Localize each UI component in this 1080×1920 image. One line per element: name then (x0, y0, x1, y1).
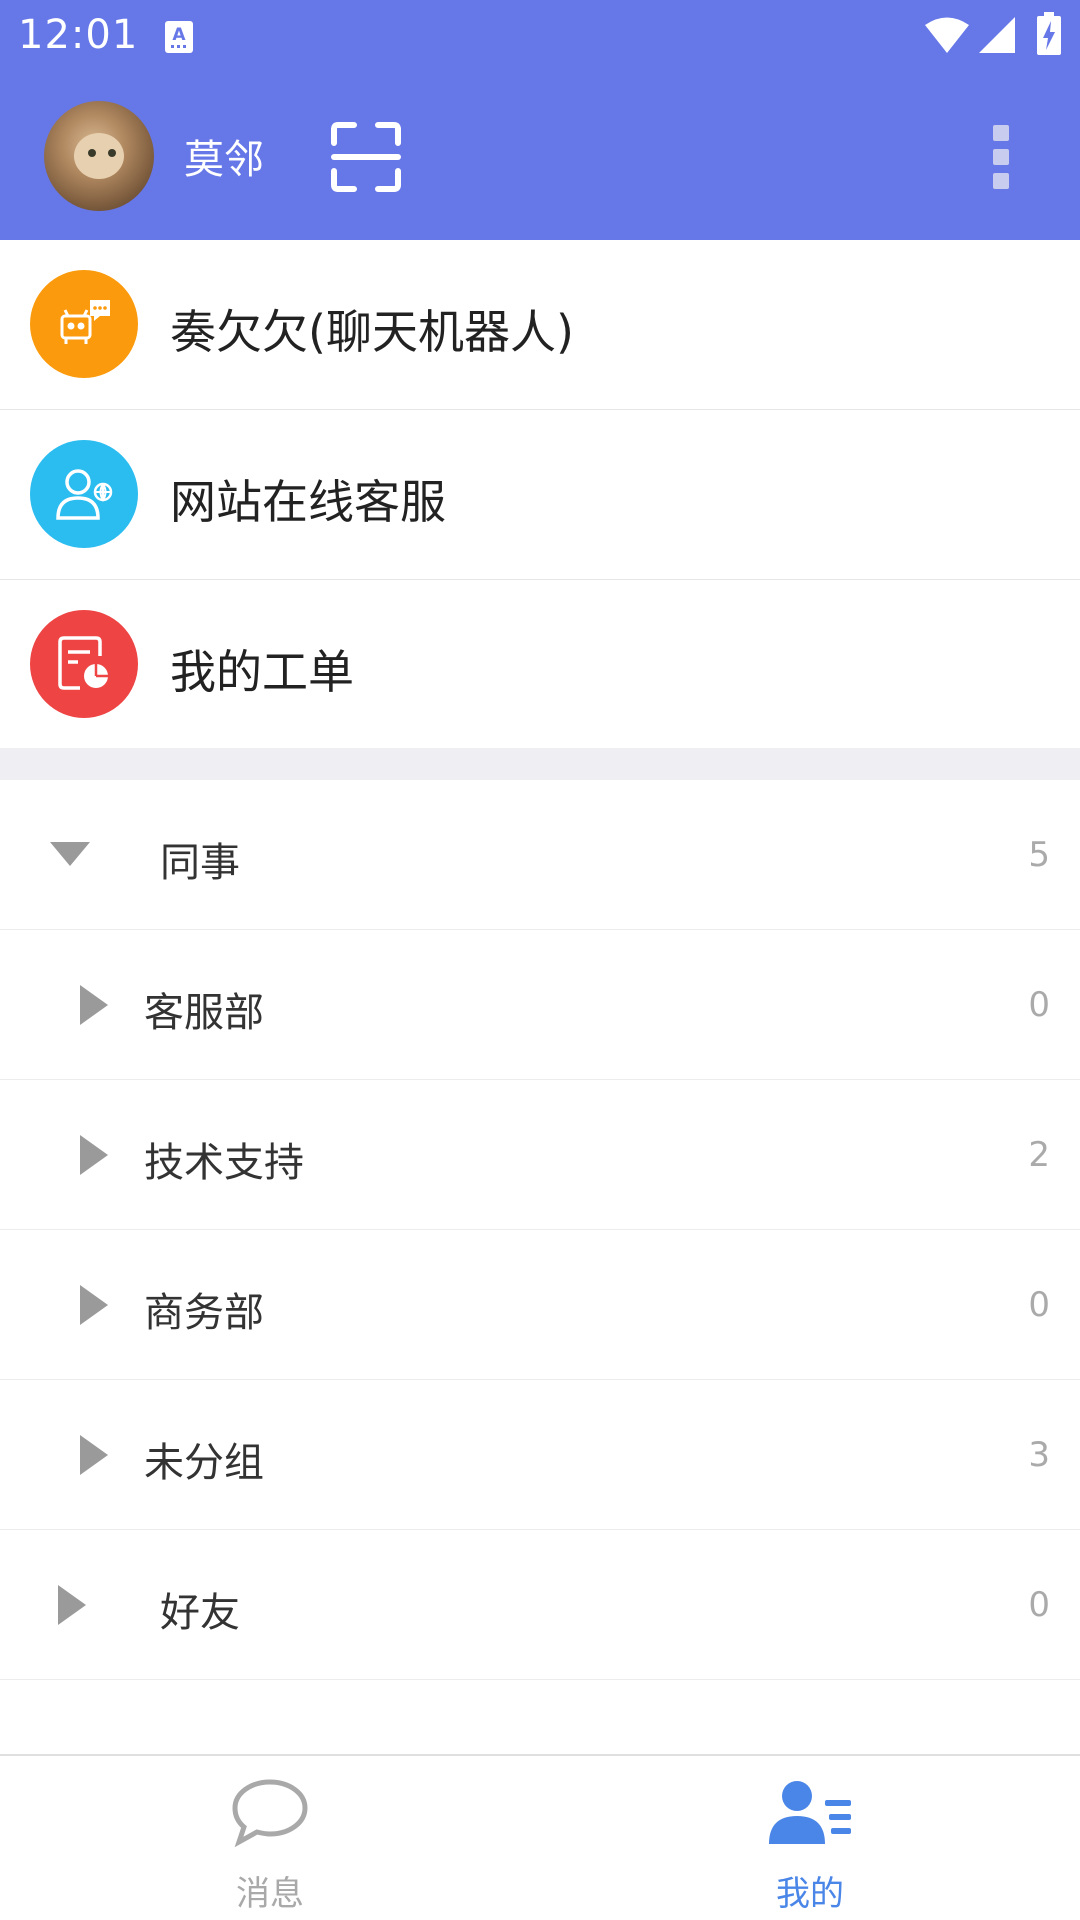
tab-label: 我的 (776, 1874, 844, 1914)
group-row-ungrouped[interactable]: 未分组 3 (0, 1380, 1080, 1530)
tab-messages[interactable]: 消息 (0, 1756, 540, 1920)
svg-text:A: A (172, 25, 186, 45)
group-row-friends[interactable]: 好友 0 (0, 1530, 1080, 1680)
tab-label: 消息 (236, 1874, 304, 1914)
group-count: 0 (1028, 1585, 1050, 1625)
status-bar: 12:01 A (0, 0, 1080, 75)
group-row-colleagues[interactable]: 同事 5 (0, 780, 1080, 930)
arrow-right-icon (80, 1435, 108, 1475)
status-time: 12:01 (18, 12, 139, 58)
keyboard-icon: A (165, 21, 193, 53)
app-root: 12:01 A 莫邻 奏欠欠(聊天机器人) 网站在线客服 我的工单 同事 5 客… (0, 0, 1080, 1920)
service-label: 我的工单 (170, 645, 354, 699)
group-label: 技术支持 (144, 1140, 304, 1186)
group-count: 0 (1028, 985, 1050, 1025)
arrow-right-icon (80, 1135, 108, 1175)
more-icon[interactable] (990, 125, 1012, 191)
group-row-customer-service[interactable]: 客服部 0 (0, 930, 1080, 1080)
group-label: 未分组 (144, 1440, 264, 1486)
user-globe-icon (30, 440, 138, 548)
service-row-work-order[interactable]: 我的工单 (0, 580, 1080, 748)
group-count: 3 (1028, 1435, 1050, 1475)
chat-bubble-icon (232, 1779, 308, 1848)
avatar[interactable] (44, 101, 154, 211)
arrow-right-icon (80, 985, 108, 1025)
service-label: 网站在线客服 (170, 475, 446, 529)
scan-icon[interactable] (330, 121, 402, 193)
group-row-business[interactable]: 商务部 0 (0, 1230, 1080, 1380)
service-label: 奏欠欠(聊天机器人) (170, 305, 574, 359)
arrow-right-icon (80, 1285, 108, 1325)
group-count: 0 (1028, 1285, 1050, 1325)
robot-chat-icon (30, 270, 138, 378)
bottom-tab-bar: 消息 我的 (0, 1754, 1080, 1920)
arrow-down-icon (50, 842, 90, 866)
group-label: 好友 (160, 1590, 240, 1636)
work-order-icon (30, 610, 138, 718)
header: 12:01 A 莫邻 (0, 0, 1080, 240)
signal-icon (979, 17, 1015, 53)
tab-mine[interactable]: 我的 (540, 1756, 1080, 1920)
title-bar: 莫邻 (0, 75, 1080, 240)
group-count: 5 (1028, 835, 1050, 875)
group-row-tech-support[interactable]: 技术支持 2 (0, 1080, 1080, 1230)
group-label: 商务部 (144, 1290, 264, 1336)
battery-charging-icon (1037, 12, 1061, 55)
wifi-icon (925, 17, 969, 53)
group-label: 客服部 (144, 990, 264, 1036)
section-divider (0, 748, 1080, 780)
service-row-online-support[interactable]: 网站在线客服 (0, 410, 1080, 580)
group-label: 同事 (160, 840, 240, 886)
contacts-icon (769, 1781, 851, 1844)
arrow-right-icon (58, 1585, 86, 1625)
service-row-chatbot[interactable]: 奏欠欠(聊天机器人) (0, 240, 1080, 410)
user-name[interactable]: 莫邻 (184, 127, 264, 185)
group-count: 2 (1028, 1135, 1050, 1175)
